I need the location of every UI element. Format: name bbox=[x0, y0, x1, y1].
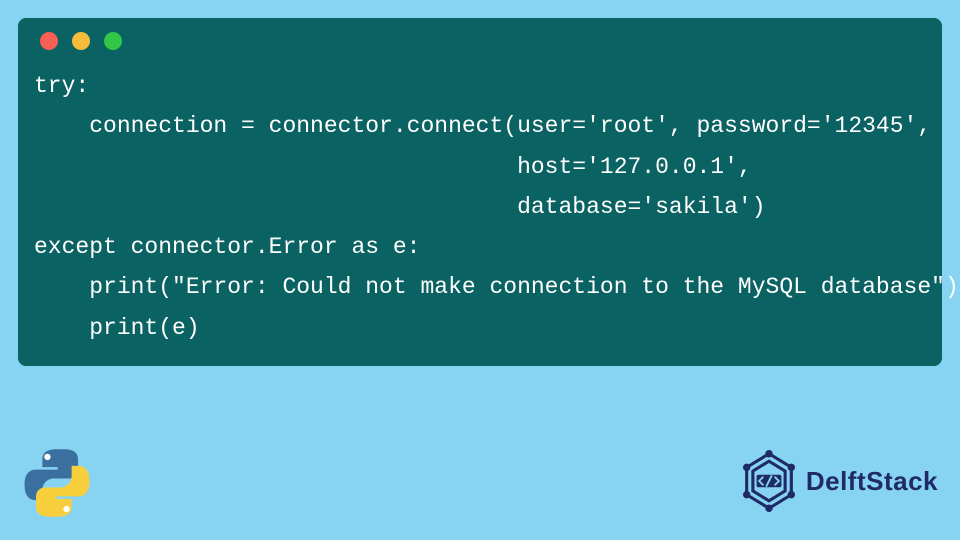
code-line: print("Error: Could not make connection … bbox=[34, 274, 959, 300]
code-window: try: connection = connector.connect(user… bbox=[18, 18, 942, 366]
code-line: print(e) bbox=[34, 315, 200, 341]
code-line: try: bbox=[34, 73, 89, 99]
delftstack-ornament-icon bbox=[738, 450, 800, 512]
close-icon bbox=[40, 32, 58, 50]
maximize-icon bbox=[104, 32, 122, 50]
brand-name: DelftStack bbox=[806, 466, 938, 497]
code-line: database='sakila') bbox=[34, 194, 766, 220]
window-controls bbox=[34, 32, 926, 50]
code-line: host='127.0.0.1', bbox=[34, 154, 752, 180]
code-line: connection = connector.connect(user='roo… bbox=[34, 113, 931, 139]
minimize-icon bbox=[72, 32, 90, 50]
code-block: try: connection = connector.connect(user… bbox=[34, 66, 926, 348]
code-line: except connector.Error as e: bbox=[34, 234, 420, 260]
brand-logo: DelftStack bbox=[738, 450, 938, 512]
python-logo-icon bbox=[22, 448, 92, 518]
